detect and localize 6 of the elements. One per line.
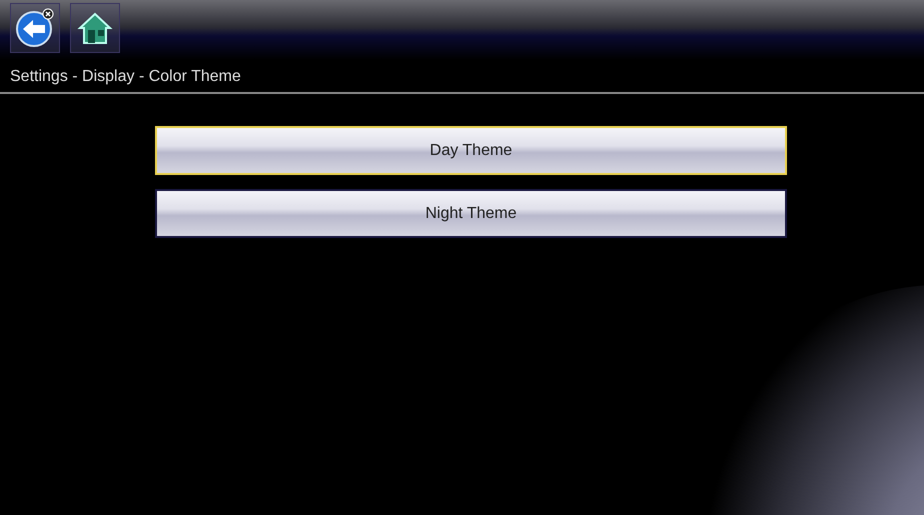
theme-option-button[interactable]: Night Theme [155, 189, 787, 238]
theme-option-button[interactable]: Day Theme [155, 126, 787, 175]
breadcrumb: Settings - Display - Color Theme [0, 60, 924, 94]
house-icon [77, 11, 113, 45]
home-button[interactable] [70, 3, 120, 53]
back-button[interactable] [10, 3, 60, 53]
